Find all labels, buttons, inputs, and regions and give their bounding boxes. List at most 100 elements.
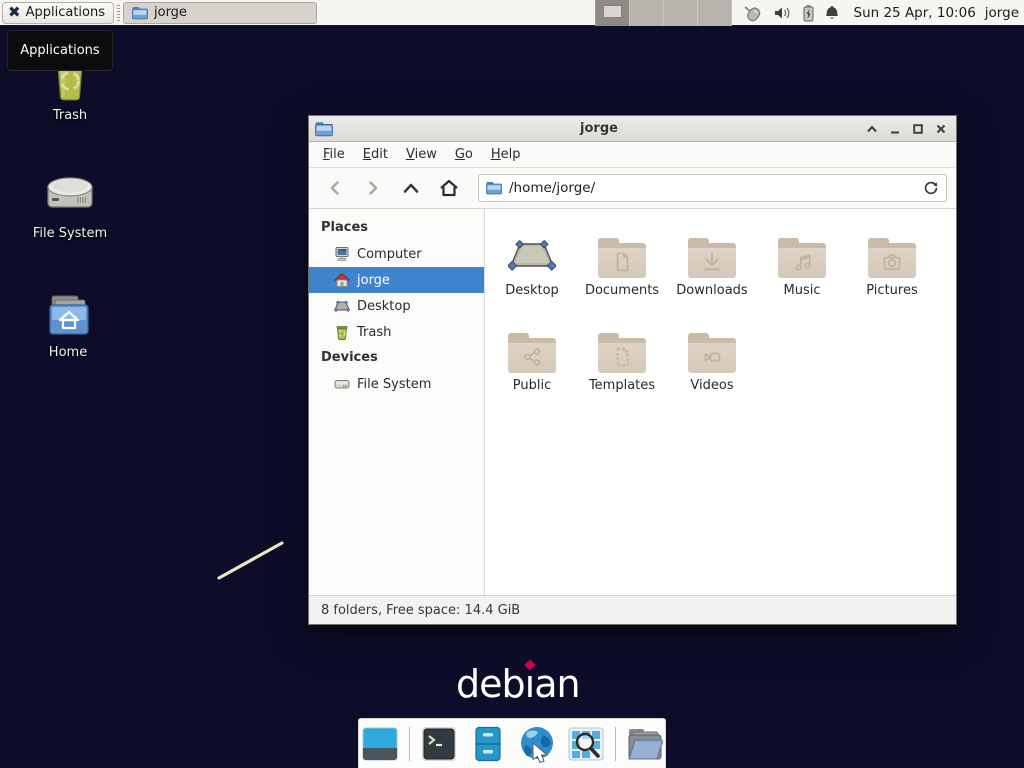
minimize-button[interactable] xyxy=(888,122,902,136)
file-label: Desktop xyxy=(505,283,559,298)
bell-icon[interactable] xyxy=(824,4,840,21)
battery-icon[interactable] xyxy=(802,4,815,22)
desktop-icon-home[interactable]: Home xyxy=(22,292,114,360)
menu-edit[interactable]: Edit xyxy=(354,143,397,167)
dock-separator xyxy=(615,727,616,761)
panel-grip[interactable] xyxy=(116,5,121,21)
sidebar-item-label: Trash xyxy=(357,325,391,340)
folder-downloads-icon xyxy=(700,250,724,274)
maximize-button[interactable] xyxy=(911,122,925,136)
path-bar[interactable]: /home/jorge/ xyxy=(478,174,947,202)
sidebar-item-trash[interactable]: Trash xyxy=(309,319,484,345)
panel-username[interactable]: jorge xyxy=(985,5,1019,21)
desktop: ✖ Applications jorge xyxy=(0,0,1024,768)
file-label: Music xyxy=(784,283,821,298)
shade-button[interactable] xyxy=(865,122,879,136)
trash-icon xyxy=(334,324,350,340)
workspace-2[interactable] xyxy=(630,0,664,26)
file-label: Documents xyxy=(585,283,659,298)
status-text: 8 folders, Free space: 14.4 GiB xyxy=(321,603,520,618)
sidebar-item-file-system[interactable]: File System xyxy=(309,371,484,397)
volume-icon[interactable] xyxy=(773,5,793,21)
file-item-pictures[interactable]: Pictures xyxy=(847,220,937,310)
tooltip-text: Applications xyxy=(20,43,99,58)
forward-button[interactable] xyxy=(356,173,390,203)
desktop-icon-label: Home xyxy=(49,345,87,360)
system-tray xyxy=(742,4,840,22)
taskbar-window-label: jorge xyxy=(154,5,187,20)
home-button[interactable] xyxy=(432,173,466,203)
desktop-icon-label: Trash xyxy=(53,108,87,123)
sidebar-header-places: Places xyxy=(309,215,484,241)
folder-documents-icon xyxy=(610,250,634,274)
sidebar-item-computer[interactable]: Computer xyxy=(309,241,484,267)
desktop-icon xyxy=(508,234,556,278)
file-item-desktop[interactable]: Desktop xyxy=(487,220,577,310)
menu-go[interactable]: Go xyxy=(446,143,482,167)
file-manager-window: jorge File Edit View Go Help xyxy=(308,115,957,625)
dock-separator xyxy=(409,727,410,761)
close-button[interactable] xyxy=(934,122,948,136)
menu-view[interactable]: View xyxy=(397,143,446,167)
debian-wordmark: debıan xyxy=(456,662,580,706)
file-label: Templates xyxy=(589,378,655,393)
mouse-icon[interactable] xyxy=(742,4,764,22)
file-label: Videos xyxy=(690,378,733,393)
folder-icon xyxy=(486,181,502,195)
menu-help[interactable]: Help xyxy=(482,143,530,167)
up-button[interactable] xyxy=(394,173,428,203)
menubar: File Edit View Go Help xyxy=(309,142,956,168)
folder-music-icon xyxy=(790,250,814,274)
file-item-templates[interactable]: Templates xyxy=(577,315,667,405)
file-cabinet-icon[interactable] xyxy=(468,724,508,764)
file-item-videos[interactable]: Videos xyxy=(667,315,757,405)
folder-public-icon xyxy=(520,345,544,369)
taskbar-window-button[interactable]: jorge xyxy=(123,2,317,24)
web-browser-icon[interactable] xyxy=(517,724,557,764)
folder-icon xyxy=(132,6,148,20)
applications-tooltip: Applications xyxy=(7,30,113,71)
folder-templates-icon xyxy=(610,345,634,369)
show-desktop-icon[interactable] xyxy=(360,724,400,764)
sidebar-item-jorge[interactable]: jorge xyxy=(309,267,484,293)
desktop-icon-file-system[interactable]: File System xyxy=(24,173,116,241)
app-finder-icon[interactable] xyxy=(566,724,606,764)
file-item-music[interactable]: Music xyxy=(757,220,847,310)
folder-icon xyxy=(315,121,333,137)
applications-menu-button[interactable]: ✖ Applications xyxy=(2,2,114,24)
workspace-4[interactable] xyxy=(698,0,732,26)
file-list: Desktop Documents xyxy=(485,209,956,595)
sidebar-item-desktop[interactable]: Desktop xyxy=(309,293,484,319)
computer-icon xyxy=(334,246,350,262)
file-item-downloads[interactable]: Downloads xyxy=(667,220,757,310)
drive-icon xyxy=(42,173,98,219)
menu-file[interactable]: File xyxy=(314,143,354,167)
panel-clock[interactable]: Sun 25 Apr, 10:06 xyxy=(854,5,976,21)
xfce-logo-icon: ✖ xyxy=(8,5,21,20)
drive-icon xyxy=(334,376,350,392)
file-item-documents[interactable]: Documents xyxy=(577,220,667,310)
desktop-icon-label: File System xyxy=(33,226,107,241)
path-text[interactable]: /home/jorge/ xyxy=(509,180,916,196)
desktop-icon xyxy=(334,298,350,314)
file-label: Downloads xyxy=(676,283,747,298)
sidebar: Places Computer xyxy=(309,209,485,595)
workspace-3[interactable] xyxy=(664,0,698,26)
workspace-1[interactable] xyxy=(596,0,630,26)
sidebar-item-label: Computer xyxy=(357,247,422,262)
stray-line-artifact xyxy=(212,536,292,586)
dock-panel xyxy=(358,718,666,768)
file-label: Public xyxy=(513,378,551,393)
terminal-icon[interactable] xyxy=(419,724,459,764)
window-title: jorge xyxy=(333,121,865,136)
file-item-public[interactable]: Public xyxy=(487,315,577,405)
sidebar-item-label: File System xyxy=(357,377,431,392)
folder-icon[interactable] xyxy=(625,724,665,764)
window-titlebar[interactable]: jorge xyxy=(309,116,956,142)
refresh-icon[interactable] xyxy=(923,180,939,196)
sidebar-item-label: Desktop xyxy=(357,299,411,314)
applications-menu-label: Applications xyxy=(26,5,105,20)
back-button[interactable] xyxy=(318,173,352,203)
file-label: Pictures xyxy=(866,283,917,298)
home-icon xyxy=(334,272,350,288)
